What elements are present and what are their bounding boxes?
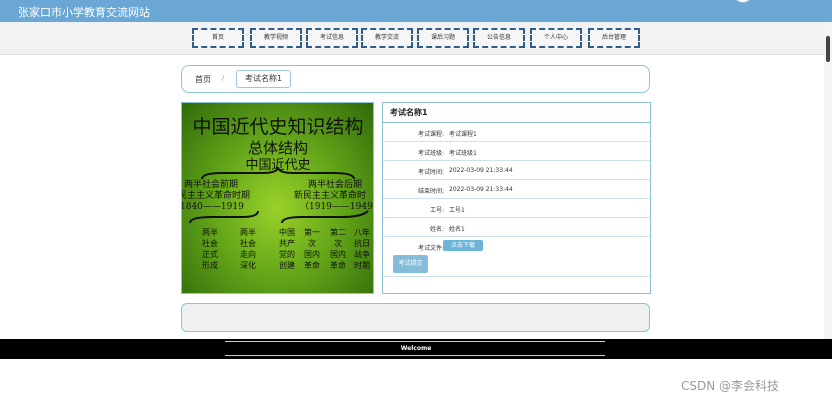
poster-col2-r4: 深化 bbox=[240, 260, 256, 270]
top-banner: 张家口市小学教育交流网站 bbox=[0, 0, 832, 22]
poster-col5-r2: 次 bbox=[334, 238, 342, 248]
field-row-course: 考试课程: 考试课程1 bbox=[383, 123, 650, 142]
field-value: 姓名1 bbox=[449, 226, 465, 233]
field-label: 考试时间: bbox=[417, 169, 444, 176]
nav-item-exercises[interactable]: 课后习题 bbox=[417, 28, 469, 48]
poster-col1-r2: 社会 bbox=[202, 238, 218, 248]
field-label: 结束时间: bbox=[417, 188, 444, 195]
nav-item-home[interactable]: 首页 bbox=[192, 28, 244, 48]
scrollbar-track[interactable] bbox=[824, 22, 832, 340]
nav-item-exam-info[interactable]: 考试信息 bbox=[306, 28, 358, 48]
poster-col6-r3: 战争 bbox=[354, 249, 370, 259]
poster-subtitle: 总体结构 bbox=[248, 139, 308, 157]
avatar[interactable] bbox=[733, 0, 753, 3]
divider bbox=[225, 341, 605, 342]
field-value: 工号1 bbox=[449, 207, 465, 214]
poster-col3-r4: 创建 bbox=[279, 260, 295, 270]
poster-col2-r2: 社会 bbox=[240, 238, 256, 248]
field-label: 考试文件: bbox=[417, 245, 444, 252]
nav-item-admin[interactable]: 后台管理 bbox=[588, 28, 640, 48]
poster-left-2: 民主主义革命时期 bbox=[182, 189, 250, 201]
divider bbox=[383, 276, 650, 277]
scrollbar-thumb[interactable] bbox=[826, 36, 830, 62]
nav-item-personal-center[interactable]: 个人中心 bbox=[530, 28, 582, 48]
poster-right-2: 新民主主义革命时 bbox=[294, 189, 366, 201]
field-row-end-time: 结束时间: 2022-03-09 21:33:44 bbox=[383, 180, 650, 199]
breadcrumb-current: 考试名称1 bbox=[236, 70, 292, 88]
poster-col5-r1: 第二 bbox=[330, 227, 346, 237]
poster-col6-r2: 抗日 bbox=[354, 238, 370, 248]
footer-welcome: Welcome bbox=[400, 345, 432, 352]
poster-root: 中国近代史 bbox=[245, 158, 310, 173]
field-label: 姓名: bbox=[429, 226, 444, 233]
field-value: 考试班级1 bbox=[449, 150, 477, 157]
nav-item-teaching-exchange[interactable]: 教学交流 bbox=[361, 28, 413, 48]
field-row-class: 考试班级: 考试班级1 bbox=[383, 142, 650, 161]
poster-col4-r1: 第一 bbox=[304, 227, 320, 237]
poster-col2-r3: 走向 bbox=[240, 249, 256, 259]
poster-col6-r4: 时期 bbox=[354, 260, 370, 270]
breadcrumb: 首页 / 考试名称1 bbox=[181, 65, 650, 93]
field-value: 2022-03-09 21:33:44 bbox=[449, 167, 513, 174]
exam-detail-panel: 考试名称1 考试课程: 考试课程1 考试班级: 考试班级1 考试时间: 2022… bbox=[382, 102, 651, 294]
field-row-start-time: 考试时间: 2022-03-09 21:33:44 bbox=[383, 161, 650, 180]
field-row-name: 姓名: 姓名1 bbox=[383, 218, 650, 237]
field-row-file: 考试文件: 点击下载 bbox=[383, 237, 650, 256]
breadcrumb-home[interactable]: 首页 bbox=[195, 74, 211, 85]
breadcrumb-separator: / bbox=[222, 74, 225, 82]
poster-col5-r3: 国内 bbox=[330, 249, 346, 259]
poster-col3-r2: 共产 bbox=[279, 238, 295, 248]
poster-col4-r2: 次 bbox=[308, 238, 316, 248]
poster-col4-r4: 革命 bbox=[304, 260, 320, 270]
poster-title: 中国近代史知识结构 bbox=[192, 116, 363, 138]
poster-right-1: 两半社会后期 bbox=[308, 178, 362, 190]
footer: Welcome bbox=[0, 339, 832, 359]
poster-col3-r3: 党的 bbox=[279, 249, 295, 259]
poster-right-3: （1919——1949） bbox=[300, 201, 374, 212]
poster-col1-r1: 两半 bbox=[202, 227, 218, 237]
poster-col4-r3: 国内 bbox=[304, 249, 320, 259]
poster-col5-r4: 革命 bbox=[330, 260, 346, 270]
content-placeholder bbox=[181, 303, 650, 332]
download-button[interactable]: 点击下载 bbox=[443, 240, 483, 251]
field-row-staff-id: 工号: 工号1 bbox=[383, 199, 650, 218]
nav-item-announcements[interactable]: 公告信息 bbox=[473, 28, 525, 48]
site-title[interactable]: 张家口市小学教育交流网站 bbox=[18, 4, 150, 20]
poster-col6-r1: 八年 bbox=[354, 227, 370, 237]
divider bbox=[225, 355, 605, 356]
page: 张家口市小学教育交流网站 首页 教学视频 考试信息 教学交流 课后习题 公告信息… bbox=[0, 0, 832, 405]
poster-left-1: 两半社会前期 bbox=[184, 178, 238, 190]
watermark: CSDN @李会科技 bbox=[681, 379, 780, 393]
field-label: 考试班级: bbox=[417, 150, 444, 157]
field-label: 考试课程: bbox=[417, 131, 444, 138]
field-value: 考试课程1 bbox=[449, 131, 477, 138]
main-nav: 首页 教学视频 考试信息 教学交流 课后习题 公告信息 个人中心 后台管理 bbox=[0, 22, 832, 55]
poster-left-3: 1840——1919 bbox=[182, 202, 244, 212]
field-value: 2022-03-09 21:33:44 bbox=[449, 186, 513, 193]
exam-title: 考试名称1 bbox=[383, 103, 650, 123]
nav-item-teaching-videos[interactable]: 教学视频 bbox=[250, 28, 302, 48]
submit-exam-button[interactable]: 考试提交 bbox=[393, 255, 428, 273]
poster-col3-r1: 中国 bbox=[279, 227, 295, 237]
poster-col1-r4: 形成 bbox=[202, 260, 218, 270]
poster-col1-r3: 正式 bbox=[202, 249, 218, 259]
poster-col2-r1: 两半 bbox=[240, 227, 256, 237]
exam-cover-image: 中国近代史知识结构 总体结构 中国近代史 两半社会前期 民主主义革命时期 184… bbox=[181, 102, 374, 294]
field-label: 工号: bbox=[429, 207, 444, 214]
